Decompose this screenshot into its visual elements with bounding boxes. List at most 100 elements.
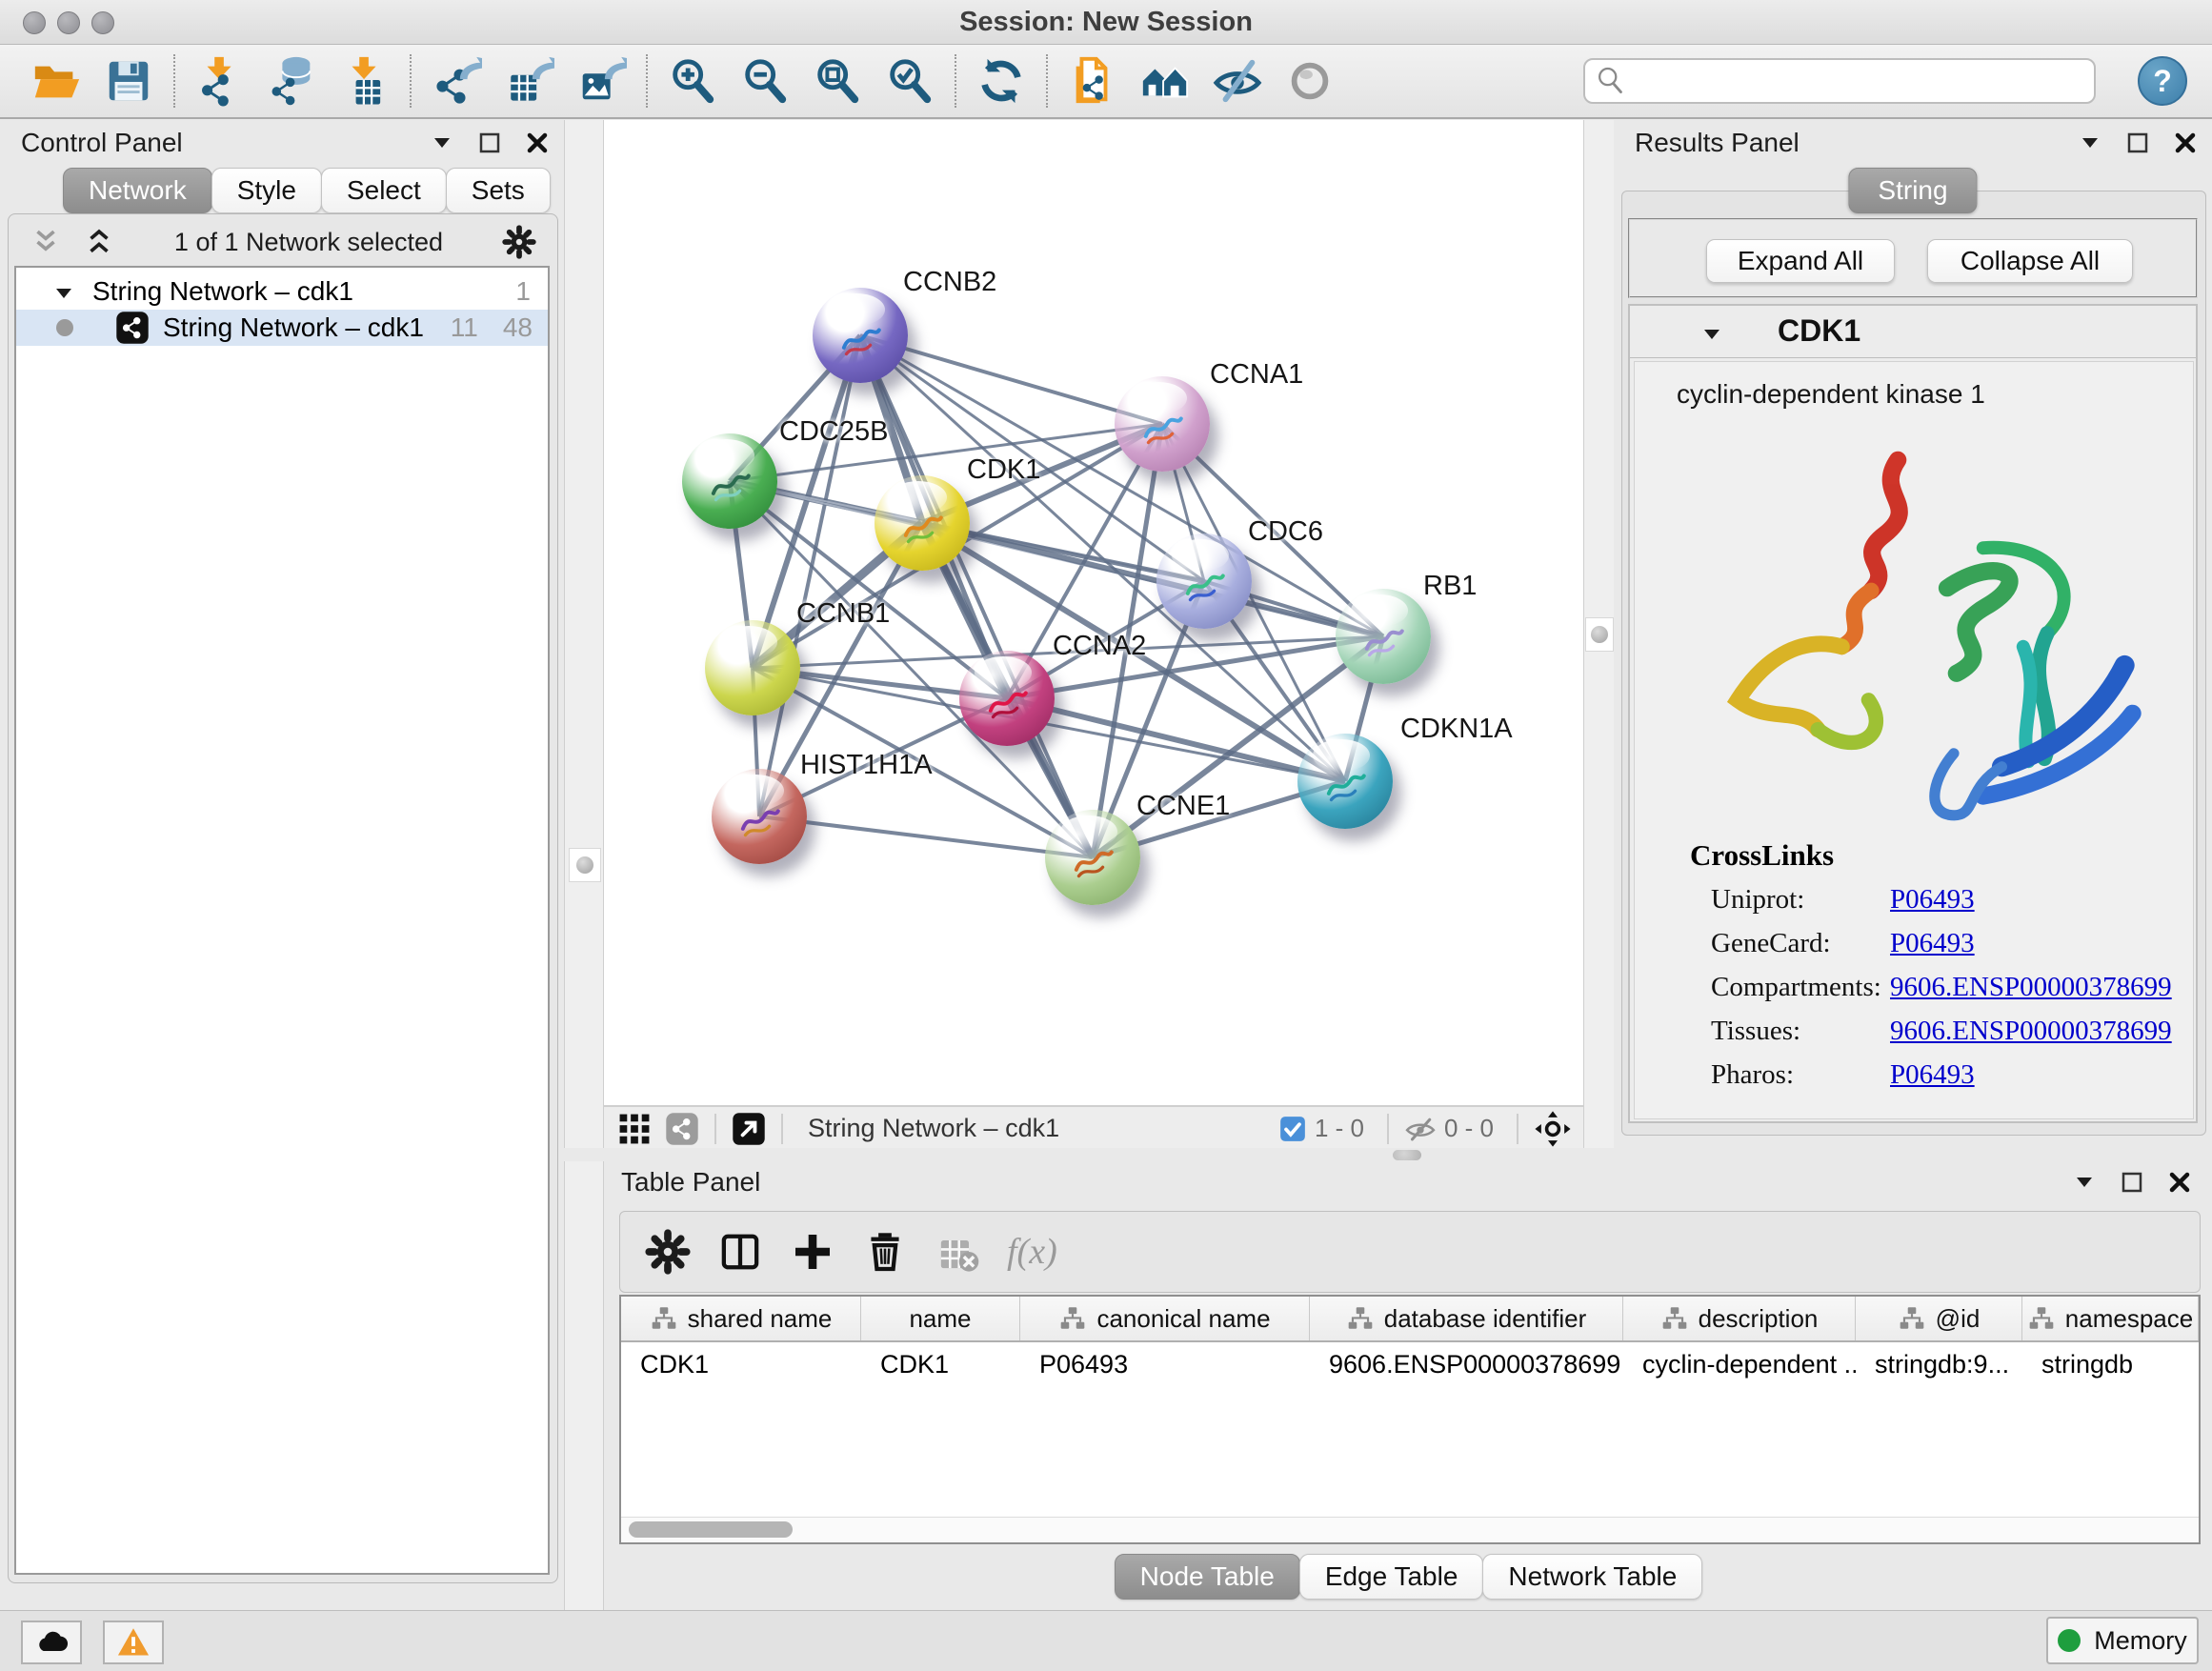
zoom-in-button[interactable]: [661, 50, 724, 111]
table-row[interactable]: CDK1CDK1P064939606.ENSP00000378699cyclin…: [621, 1342, 2199, 1386]
protein-description: cyclin-dependent kinase 1: [1677, 379, 1985, 410]
crosslink-link[interactable]: P06493: [1890, 1059, 1975, 1091]
column-header-database-identifier[interactable]: database identifier: [1310, 1297, 1623, 1340]
tab-edge-table[interactable]: Edge Table: [1299, 1554, 1484, 1600]
crosslink-link[interactable]: P06493: [1890, 884, 1975, 916]
collection-expander-icon[interactable]: [50, 280, 77, 303]
pan-crosshair-icon[interactable]: [1534, 1110, 1572, 1148]
network-view-statusbar: String Network – cdk1 1 - 0 0 - 0: [604, 1105, 1583, 1150]
network-collection-row[interactable]: String Network – cdk1 1: [16, 273, 548, 310]
cloud-status-button[interactable]: [21, 1621, 82, 1664]
horizontal-splitter-handle[interactable]: [1393, 1150, 1421, 1160]
export-network-button[interactable]: [425, 50, 488, 111]
column-header-canonical-name[interactable]: canonical name: [1020, 1297, 1310, 1340]
tab-sets[interactable]: Sets: [446, 168, 551, 213]
tab-network-table[interactable]: Network Table: [1482, 1554, 1702, 1600]
table-menu-icon[interactable]: [2071, 1169, 2098, 1196]
tab-node-table[interactable]: Node Table: [1115, 1554, 1300, 1600]
memory-button[interactable]: Memory: [2046, 1617, 2199, 1664]
table-settings-gear-icon[interactable]: [645, 1229, 691, 1275]
network-node-ccna2[interactable]: [959, 651, 1055, 746]
column-header-name[interactable]: name: [861, 1297, 1020, 1340]
network-overview-share-icon[interactable]: [665, 1112, 699, 1146]
add-column-icon[interactable]: [790, 1229, 835, 1275]
hide-unselected-button[interactable]: [1206, 50, 1269, 111]
warnings-button[interactable]: [103, 1621, 164, 1664]
open-session-button[interactable]: [25, 50, 88, 111]
panel-menu-icon[interactable]: [429, 130, 455, 156]
expand-all-button[interactable]: Expand All: [1706, 239, 1895, 283]
search-input[interactable]: [1583, 58, 2096, 104]
tab-select[interactable]: Select: [321, 168, 447, 213]
network-node-ccne1[interactable]: [1045, 810, 1140, 905]
tab-style[interactable]: Style: [211, 168, 322, 213]
table-scrollbar-thumb[interactable]: [629, 1521, 793, 1538]
detach-view-icon[interactable]: [732, 1112, 766, 1146]
column-header-namespace[interactable]: namespace: [2022, 1297, 2199, 1340]
network-node-cdc25b[interactable]: [682, 433, 777, 529]
protein-section-header[interactable]: CDK1: [1630, 306, 2196, 358]
network-node-cdc6[interactable]: [1156, 534, 1252, 629]
network-node-cdkn1a[interactable]: [1297, 734, 1393, 829]
column-header-shared-name[interactable]: shared name: [621, 1297, 861, 1340]
expand-all-icon[interactable]: [83, 226, 115, 258]
share-document-button[interactable]: [1061, 50, 1124, 111]
node-table[interactable]: shared namenamecanonical namedatabase id…: [619, 1295, 2201, 1544]
zoom-selected-button[interactable]: [878, 50, 941, 111]
right-splitter[interactable]: [1583, 120, 1616, 1148]
column-header-description[interactable]: description: [1623, 1297, 1856, 1340]
toggle-preview-button[interactable]: [1278, 50, 1341, 111]
import-table-button[interactable]: [333, 50, 396, 111]
left-splitter[interactable]: [564, 120, 604, 1610]
help-button[interactable]: ?: [2138, 56, 2187, 106]
table-horizontal-scrollbar[interactable]: [621, 1517, 2199, 1542]
toolbar-separator: [1046, 54, 1048, 108]
string-home-button[interactable]: [1134, 50, 1196, 111]
cloud-icon: [34, 1625, 69, 1660]
memory-status-dot: [2058, 1629, 2081, 1652]
tab-network[interactable]: Network: [63, 168, 212, 213]
table-float-icon[interactable]: [2119, 1169, 2145, 1196]
crosslink-link[interactable]: P06493: [1890, 928, 1975, 959]
birds-eye-view-icon[interactable]: [617, 1112, 652, 1146]
export-table-button[interactable]: [497, 50, 560, 111]
selected-checkbox-icon[interactable]: [1278, 1115, 1307, 1143]
collapse-all-icon[interactable]: [30, 226, 62, 258]
zoom-fit-button[interactable]: [806, 50, 869, 111]
tab-string[interactable]: String: [1848, 168, 1977, 213]
zoom-out-button[interactable]: [734, 50, 796, 111]
network-node-hist1h1a[interactable]: [712, 769, 807, 864]
close-panel-icon[interactable]: [524, 130, 551, 156]
results-menu-icon[interactable]: [2077, 130, 2103, 156]
import-network-button[interactable]: [189, 50, 251, 111]
section-expander-icon[interactable]: [1699, 321, 1725, 344]
delete-column-icon[interactable]: [862, 1229, 908, 1275]
horizontal-splitter[interactable]: [564, 1148, 2212, 1161]
network-options-gear-icon[interactable]: [502, 225, 536, 259]
import-database-button[interactable]: [261, 50, 324, 111]
warning-icon: [116, 1625, 151, 1660]
collapse-all-button[interactable]: Collapse All: [1927, 239, 2133, 283]
refresh-network-button[interactable]: [970, 50, 1033, 111]
crosslink-link[interactable]: 9606.ENSP00000378699: [1890, 972, 2172, 1003]
float-panel-icon[interactable]: [476, 130, 503, 156]
network-canvas[interactable]: CCNB2CCNA1CDC25BCDK1CDC6RB1CCNB1CCNA2CDK…: [604, 120, 1583, 1105]
crosslink-link[interactable]: 9606.ENSP00000378699: [1890, 1016, 2172, 1047]
show-columns-icon[interactable]: [717, 1229, 763, 1275]
export-image-button[interactable]: [570, 50, 633, 111]
network-node-ccna1[interactable]: [1115, 376, 1210, 472]
node-label-rb1: RB1: [1423, 571, 1477, 602]
network-row[interactable]: String Network – cdk1 11 48: [16, 310, 548, 346]
results-close-icon[interactable]: [2172, 130, 2199, 156]
column-header-id[interactable]: @id: [1856, 1297, 2022, 1340]
left-splitter-handle[interactable]: [569, 848, 601, 882]
network-node-cdk1[interactable]: [875, 475, 970, 571]
node-label-ccne1: CCNE1: [1136, 791, 1230, 822]
network-node-rb1[interactable]: [1336, 589, 1431, 684]
network-node-ccnb2[interactable]: [813, 288, 908, 383]
network-node-ccnb1[interactable]: [705, 620, 800, 715]
right-splitter-handle[interactable]: [1585, 617, 1614, 652]
save-session-button[interactable]: [97, 50, 160, 111]
results-float-icon[interactable]: [2124, 130, 2151, 156]
table-close-icon[interactable]: [2166, 1169, 2193, 1196]
